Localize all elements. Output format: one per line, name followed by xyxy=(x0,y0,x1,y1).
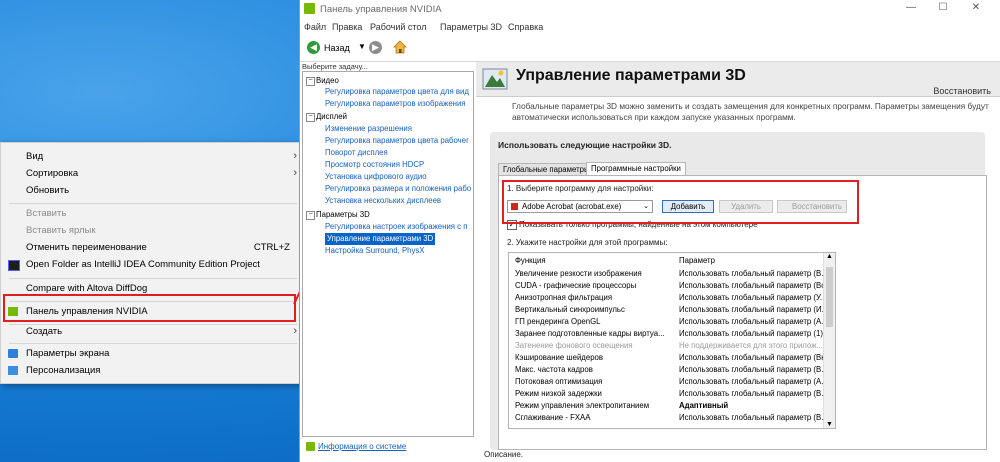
menu-item-view[interactable]: Вид › xyxy=(1,148,306,165)
menu-item-sort[interactable]: Сортировка › xyxy=(1,165,306,182)
description-footer: Описание. xyxy=(484,450,524,459)
desktop-context-menu: Вид › Сортировка › Обновить Вставить Вст… xyxy=(0,142,307,384)
tree-item-manage-3d-selected[interactable]: Управление параметрами 3D xyxy=(325,233,436,245)
task-tree: − Видео Регулировка параметров цвета для… xyxy=(302,71,474,437)
settings-row[interactable]: Режим низкой задержки Использовать глобал… xyxy=(509,388,831,400)
settings-row[interactable]: Вертикальный синхроимпульс Использовать г… xyxy=(509,304,831,316)
settings-row[interactable]: Анизотропная фильтрация Использовать глоб… xyxy=(509,292,831,304)
menu-item-paste-shortcut[interactable]: Вставить ярлык xyxy=(1,222,306,239)
chevron-right-icon: › xyxy=(293,325,297,337)
tree-item[interactable]: Установка цифрового аудио xyxy=(325,171,427,183)
tree-item[interactable]: Регулировка параметров цвета рабочег xyxy=(325,135,469,147)
nvidia-icon xyxy=(304,3,315,14)
menu-item-undo-rename[interactable]: Отменить переименование CTRL+Z xyxy=(1,239,306,256)
personalize-icon xyxy=(8,366,18,375)
3d-settings-icon xyxy=(482,68,508,90)
scroll-down-icon[interactable]: ▼ xyxy=(826,421,833,428)
chevron-right-icon: › xyxy=(293,150,297,162)
menu-separator xyxy=(9,278,297,279)
tree-item[interactable]: Регулировка параметров цвета для вид xyxy=(325,86,469,98)
back-button-label[interactable]: Назад xyxy=(324,43,350,53)
tree-item[interactable]: Установка нескольких дисплеев xyxy=(325,195,441,207)
shortcut-label: CTRL+Z xyxy=(253,242,290,253)
settings-row[interactable]: Режим управления электропитанием Адаптивн… xyxy=(509,400,831,412)
menu-desktop[interactable]: Рабочий стол xyxy=(370,22,427,32)
chevron-right-icon: › xyxy=(293,167,297,179)
tree-item[interactable]: Поворот дисплея xyxy=(325,147,388,159)
settings-list: Функция Параметр Увеличение резкости изо… xyxy=(508,252,836,429)
column-header-parameter[interactable]: Параметр xyxy=(679,255,715,267)
settings-row[interactable]: Заранее подготовленные кадры виртуа... Ис… xyxy=(509,328,831,340)
close-button[interactable]: ✕ xyxy=(965,2,987,16)
forward-arrow-icon[interactable]: ▶ xyxy=(369,41,382,54)
collapse-icon[interactable]: − xyxy=(306,77,315,86)
tree-item[interactable]: Регулировка размера и положения рабо xyxy=(325,183,471,195)
display-icon xyxy=(8,349,18,358)
settings-header-row: Функция Параметр xyxy=(509,255,831,267)
info-icon xyxy=(306,442,315,451)
highlight-box-nvidia-menu xyxy=(3,294,296,322)
column-header-function[interactable]: Функция xyxy=(515,255,546,267)
chevron-down-icon[interactable]: ▼ xyxy=(358,42,366,51)
restore-link[interactable]: Восстановить xyxy=(933,86,991,96)
menu-help[interactable]: Справка xyxy=(508,22,543,32)
settings-row[interactable]: CUDA - графические процессоры Использоват… xyxy=(509,280,832,292)
settings-row[interactable]: Сглаживание - FXAA Использовать глобальны… xyxy=(509,412,831,424)
tab-program-settings[interactable]: Программные настройки xyxy=(586,162,686,176)
menu-edit[interactable]: Правка xyxy=(332,22,362,32)
panel-title: Использовать следующие настройки 3D. xyxy=(498,140,672,150)
collapse-icon[interactable]: − xyxy=(306,113,315,122)
menu-bar: Файл Правка Рабочий стол Параметры 3D Сп… xyxy=(300,19,1000,35)
maximize-button[interactable]: ☐ xyxy=(932,2,954,16)
menu-item-refresh[interactable]: Обновить xyxy=(1,182,306,199)
tree-item[interactable]: Просмотр состояния HDCP xyxy=(325,159,424,171)
tree-item[interactable]: Изменение разрешения xyxy=(325,123,412,135)
scroll-up-icon[interactable]: ▲ xyxy=(826,253,833,260)
tree-item[interactable]: Регулировка настроек изображения с п xyxy=(325,221,467,233)
settings-row[interactable]: Макс. частота кадров Использовать глобаль… xyxy=(509,364,831,376)
toolbar: ◀ Назад ▼ ▶ xyxy=(300,35,1000,62)
menu-item-intellij[interactable]: Open Folder as IntelliJ IDEA Community E… xyxy=(1,256,306,273)
settings-row[interactable]: Увеличение резкости изображения Использов… xyxy=(509,268,831,280)
scrollbar-thumb[interactable] xyxy=(826,267,833,327)
collapse-icon[interactable]: − xyxy=(306,211,315,220)
menu-item-display-settings[interactable]: Параметры экрана xyxy=(1,345,306,362)
intellij-icon xyxy=(8,260,20,271)
minimize-button[interactable]: — xyxy=(900,2,922,16)
nvidia-control-panel-window: Панель управления NVIDIA — ☐ ✕ Файл Прав… xyxy=(299,0,1000,462)
menu-separator xyxy=(9,343,297,344)
tree-category-display[interactable]: Дисплей xyxy=(316,111,347,123)
system-info-link[interactable]: Информация о системе xyxy=(318,442,406,451)
step2-label: 2. Укажите настройки для этой программы: xyxy=(507,238,668,247)
menu-item-personalize[interactable]: Персонализация xyxy=(1,362,306,379)
settings-row[interactable]: ГП рендеринга OpenGL Использовать глобаль… xyxy=(509,316,831,328)
tree-item[interactable]: Регулировка параметров изображения xyxy=(325,98,466,110)
main-content: Управление параметрами 3D Восстановить Г… xyxy=(476,62,1000,462)
tree-category-3d[interactable]: Параметры 3D xyxy=(316,209,370,221)
settings-scrollbar[interactable]: ▲ ▼ xyxy=(823,253,835,428)
settings-row[interactable]: Кэширование шейдеров Использовать глобаль… xyxy=(509,352,831,364)
page-header: Управление параметрами 3D Восстановить xyxy=(476,62,1000,97)
settings-row[interactable]: Затенение фонового освещения Не поддержив… xyxy=(509,340,831,352)
highlight-box-program-select xyxy=(502,180,859,224)
page-description: Глобальные параметры 3D можно заменить и… xyxy=(512,101,989,122)
title-bar: Панель управления NVIDIA — ☐ ✕ xyxy=(300,0,1000,19)
menu-item-paste[interactable]: Вставить xyxy=(1,205,306,222)
page-title: Управление параметрами 3D xyxy=(516,67,746,84)
window-title: Панель управления NVIDIA xyxy=(320,4,442,15)
menu-file[interactable]: Файл xyxy=(304,22,326,32)
back-arrow-icon[interactable]: ◀ xyxy=(307,41,320,54)
home-icon[interactable] xyxy=(393,40,407,54)
menu-item-new[interactable]: Создать › xyxy=(1,323,306,340)
menu-3d-settings[interactable]: Параметры 3D xyxy=(440,22,502,32)
menu-separator xyxy=(9,203,297,204)
settings-row[interactable]: Потоковая оптимизация Использовать глобал… xyxy=(509,376,831,388)
task-pane-header: Выберите задачу... xyxy=(302,62,368,71)
tree-item[interactable]: Настройка Surround, PhysX xyxy=(325,245,425,257)
